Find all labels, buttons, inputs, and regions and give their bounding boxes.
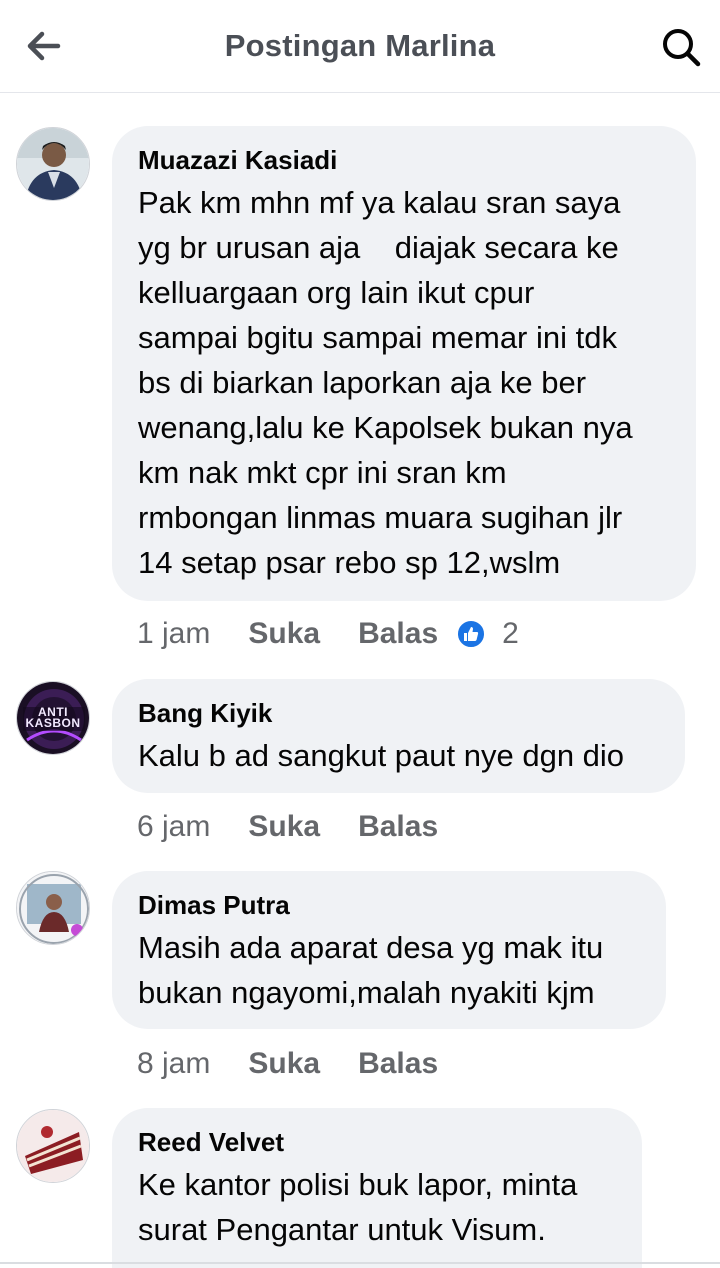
reply-button[interactable]: Balas (358, 617, 438, 651)
avatar[interactable] (16, 1109, 90, 1183)
comment-author[interactable]: Dimas Putra (138, 889, 640, 921)
like-button[interactable]: Suka (248, 1047, 320, 1081)
reaction-summary[interactable]: 2 (456, 617, 519, 651)
comment-author[interactable]: Muazazi Kasiadi (138, 144, 670, 176)
avatar-badge-text: ANTI KASBON (25, 705, 81, 730)
like-button[interactable]: Suka (248, 617, 320, 651)
search-button[interactable] (656, 24, 706, 70)
search-icon (663, 29, 701, 67)
reaction-count: 2 (502, 617, 519, 650)
comment-text: Masih ada aparat desa yg mak itu bukan n… (138, 930, 604, 1010)
comment-bubble[interactable]: Muazazi Kasiadi Pak km mhn mf ya kalau s… (112, 126, 696, 601)
top-app-bar: Postingan Marlina (0, 0, 720, 93)
avatar-image (17, 128, 89, 200)
comment-time[interactable]: 8 jam (137, 1047, 210, 1081)
avatar[interactable] (16, 871, 90, 945)
avatar[interactable] (16, 127, 90, 201)
comment-text: Pak km mhn mf ya kalau sran saya yg br u… (138, 185, 633, 580)
comment-time[interactable]: 1 jam (137, 617, 210, 651)
comment-text: Ke kantor polisi buk lapor, minta surat … (138, 1167, 578, 1247)
avatar[interactable]: ANTI KASBON (16, 681, 90, 755)
avatar-image (17, 1110, 89, 1182)
comment-actions: 1 jam Suka Balas 2 (137, 614, 519, 654)
page-title: Postingan Marlina (224, 28, 496, 63)
thumbs-up-icon (456, 619, 487, 649)
comment-time[interactable]: 6 jam (137, 810, 210, 844)
comment-bubble[interactable]: Bang Kiyik Kalu b ad sangkut paut nye dg… (112, 679, 685, 793)
comment-actions: 8 jam Suka Balas (137, 1044, 438, 1084)
comment-actions: 6 jam Suka Balas (137, 807, 438, 847)
comment-bubble[interactable]: Reed Velvet Ke kantor polisi buk lapor, … (112, 1108, 642, 1268)
comment-author[interactable]: Bang Kiyik (138, 697, 659, 729)
divider (0, 1262, 720, 1264)
reply-button[interactable]: Balas (358, 810, 438, 844)
comment-text: Kalu b ad sangkut paut nye dgn dio (138, 738, 625, 773)
like-button[interactable]: Suka (248, 810, 320, 844)
comment-author[interactable]: Reed Velvet (138, 1126, 616, 1158)
comment-bubble[interactable]: Dimas Putra Masih ada aparat desa yg mak… (112, 871, 666, 1029)
avatar-image (17, 872, 89, 944)
reply-button[interactable]: Balas (358, 1047, 438, 1081)
